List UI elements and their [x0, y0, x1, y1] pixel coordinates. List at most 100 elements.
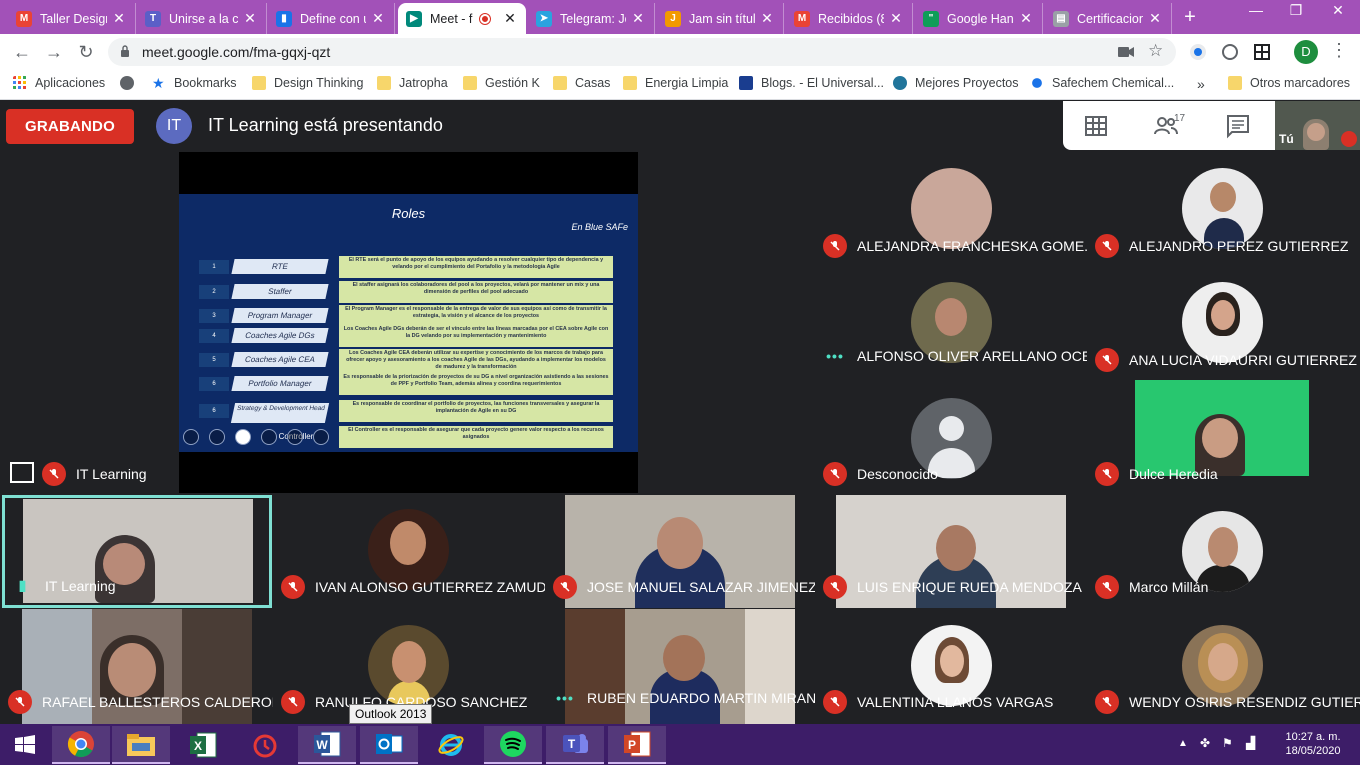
- tab-telegram[interactable]: ➤ Telegram: Jo ✕: [528, 3, 655, 34]
- close-icon[interactable]: ✕: [111, 10, 127, 27]
- participant-label: ••• RUBEN EDUARDO MARTIN MIRAN...: [553, 690, 815, 706]
- bookmark-bookmarks[interactable]: ★ Bookmarks: [152, 76, 237, 90]
- mic-off-icon: [1095, 348, 1119, 372]
- close-icon[interactable]: ✕: [370, 10, 386, 27]
- bookmark-star-icon[interactable]: ☆: [1148, 41, 1163, 61]
- participant-label: Desconocido: [823, 462, 938, 486]
- self-view-tile[interactable]: Tú: [1275, 101, 1360, 150]
- participant-tile[interactable]: JOSE MANUEL SALAZAR JIMENEZ: [545, 495, 815, 609]
- molecule-icon: [1032, 78, 1042, 88]
- tab-jam[interactable]: J Jam sin títul ✕: [657, 3, 784, 34]
- participant-tile[interactable]: WENDY OSIRIS RESENDIZ GUTIER...: [1087, 609, 1360, 724]
- alarms-clock-icon[interactable]: [236, 726, 294, 764]
- window-close-button[interactable]: ✕: [1318, 2, 1358, 19]
- spotify-icon[interactable]: [484, 726, 542, 764]
- chrome-icon[interactable]: [52, 726, 110, 764]
- tab-meet[interactable]: ▶ Meet - f ✕: [398, 3, 526, 34]
- bookmark-otros[interactable]: Otros marcadores: [1228, 76, 1350, 90]
- menu-icon[interactable]: ⋮: [1330, 40, 1348, 61]
- slide-prev-icon[interactable]: [183, 429, 199, 445]
- participant-name: ALEJANDRA FRANCHESKA GOME...: [857, 238, 1087, 254]
- tray-overflow-icon[interactable]: ▲: [1178, 738, 1188, 749]
- close-icon[interactable]: ✕: [759, 10, 775, 27]
- internet-explorer-icon[interactable]: [422, 726, 480, 764]
- present-icon[interactable]: [10, 462, 34, 483]
- participant-tile[interactable]: ALEJANDRO PEREZ GUTIERREZ: [1087, 152, 1360, 266]
- slide-grid-icon[interactable]: [287, 429, 303, 445]
- bookmark-aplicaciones[interactable]: Aplicaciones: [13, 76, 105, 90]
- participant-tile[interactable]: LUIS ENRIQUE RUEDA MENDOZA: [815, 495, 1087, 609]
- address-bar[interactable]: meet.google.com/fma-gqxj-qzt ☆: [108, 38, 1176, 66]
- participant-tile[interactable]: Marco Millán: [1087, 495, 1360, 609]
- back-button[interactable]: ←: [10, 40, 34, 64]
- folder-icon: [463, 76, 477, 90]
- reload-button[interactable]: ↻: [74, 40, 98, 64]
- participant-tile[interactable]: RAFAEL BALLESTEROS CALDERON: [0, 609, 273, 724]
- action-center-flag-icon[interactable]: ⚑: [1222, 736, 1233, 750]
- browser-toolbar: ← → ↻ meet.google.com/fma-gqxj-qzt ☆ D ⋮: [0, 34, 1360, 70]
- bookmark-casas[interactable]: Casas: [553, 76, 610, 90]
- restore-button[interactable]: ❐: [1276, 2, 1316, 19]
- participant-tile[interactable]: ANA LUCIA VIDAURRI GUTIERREZ: [1087, 266, 1360, 380]
- participant-tile[interactable]: IVAN ALONSO GUTIERREZ ZAMUDIO: [273, 495, 545, 609]
- participant-tile-active[interactable]: ▮ IT Learning: [2, 495, 272, 608]
- dropbox-icon[interactable]: ✤: [1200, 736, 1210, 750]
- close-icon[interactable]: ✕: [1018, 10, 1034, 27]
- bookmark-mejores-proyectos[interactable]: Mejores Proyectos: [893, 76, 1019, 90]
- participant-tile[interactable]: Desconocido: [815, 380, 1087, 494]
- outlook-icon[interactable]: [360, 726, 418, 764]
- close-icon[interactable]: ✕: [888, 10, 904, 27]
- tab-taller-design[interactable]: M Taller Design ✕: [8, 3, 136, 34]
- grid-layout-icon[interactable]: [1083, 113, 1109, 139]
- participant-tile[interactable]: ALEJANDRA FRANCHESKA GOME...: [815, 152, 1087, 266]
- profile-avatar[interactable]: D: [1294, 40, 1318, 64]
- minimize-button[interactable]: —: [1236, 2, 1276, 18]
- new-tab-button[interactable]: +: [1178, 6, 1202, 29]
- tab-hangouts[interactable]: " Google Han ✕: [915, 3, 1043, 34]
- tab-define[interactable]: ▮ Define con u ✕: [268, 3, 395, 34]
- participant-tile[interactable]: Dulce Heredia: [1087, 380, 1360, 494]
- tab-unirse[interactable]: T Unirse a la c ✕: [137, 3, 267, 34]
- file-explorer-icon[interactable]: [112, 726, 170, 764]
- participant-tile[interactable]: ••• RUBEN EDUARDO MARTIN MIRAN...: [545, 609, 815, 724]
- network-icon[interactable]: ▟: [1246, 736, 1255, 750]
- close-icon[interactable]: ✕: [630, 10, 646, 27]
- extension-icon[interactable]: [1188, 42, 1208, 62]
- chat-icon[interactable]: [1225, 113, 1251, 139]
- tab-recibidos[interactable]: M Recibidos (8 ✕: [786, 3, 913, 34]
- teams-icon[interactable]: T: [546, 726, 604, 764]
- bookmark-safechem[interactable]: Safechem Chemical...: [1030, 76, 1174, 90]
- bookmark-design-thinking[interactable]: Design Thinking: [252, 76, 363, 90]
- bookmark-gestion-k[interactable]: Gestión K: [463, 76, 540, 90]
- extension-icon[interactable]: [1220, 42, 1240, 62]
- tab-certificacion[interactable]: ▤ Certificacion ✕: [1045, 3, 1172, 34]
- bookmark-blogs[interactable]: Blogs. - El Universal...: [739, 76, 884, 90]
- system-clock[interactable]: 10:27 a. m. 18/05/2020: [1270, 730, 1356, 758]
- bookmark-label: Mejores Proyectos: [915, 76, 1019, 90]
- participant-tile[interactable]: ••• ALFONSO OLIVER ARELLANO OCE...: [815, 266, 1087, 380]
- participant-tile[interactable]: VALENTINA LLANOS VARGAS: [815, 609, 1087, 724]
- slide-more-icon[interactable]: [313, 429, 329, 445]
- word-icon[interactable]: W: [298, 726, 356, 764]
- excel-icon[interactable]: X: [174, 726, 232, 764]
- windows-start-icon[interactable]: [0, 726, 50, 764]
- presentation-tile[interactable]: Roles En Blue SAFe 1 RTE El RTE será el …: [0, 152, 818, 544]
- slide-next-icon[interactable]: [209, 429, 225, 445]
- close-icon[interactable]: ✕: [502, 10, 518, 27]
- bookmark-energia-limpia[interactable]: Energia Limpia: [623, 76, 728, 90]
- bookmark-globe[interactable]: [120, 76, 142, 90]
- pen-icon[interactable]: [235, 429, 251, 445]
- hangouts-icon: ": [923, 10, 939, 27]
- mic-off-icon: [823, 462, 847, 486]
- bookmarks-overflow[interactable]: »: [1197, 76, 1205, 92]
- close-icon[interactable]: ✕: [242, 10, 258, 27]
- slide-zoom-icon[interactable]: [261, 429, 277, 445]
- taskbar-tooltip: Outlook 2013: [349, 704, 433, 724]
- forward-button[interactable]: →: [42, 40, 66, 64]
- grid-extension-icon[interactable]: [1252, 42, 1272, 62]
- bookmark-label: Casas: [575, 76, 611, 90]
- powerpoint-icon[interactable]: P: [608, 726, 666, 764]
- close-icon[interactable]: ✕: [1147, 10, 1163, 27]
- bookmark-jatropha[interactable]: Jatropha: [377, 76, 448, 90]
- camera-icon[interactable]: [1118, 45, 1134, 59]
